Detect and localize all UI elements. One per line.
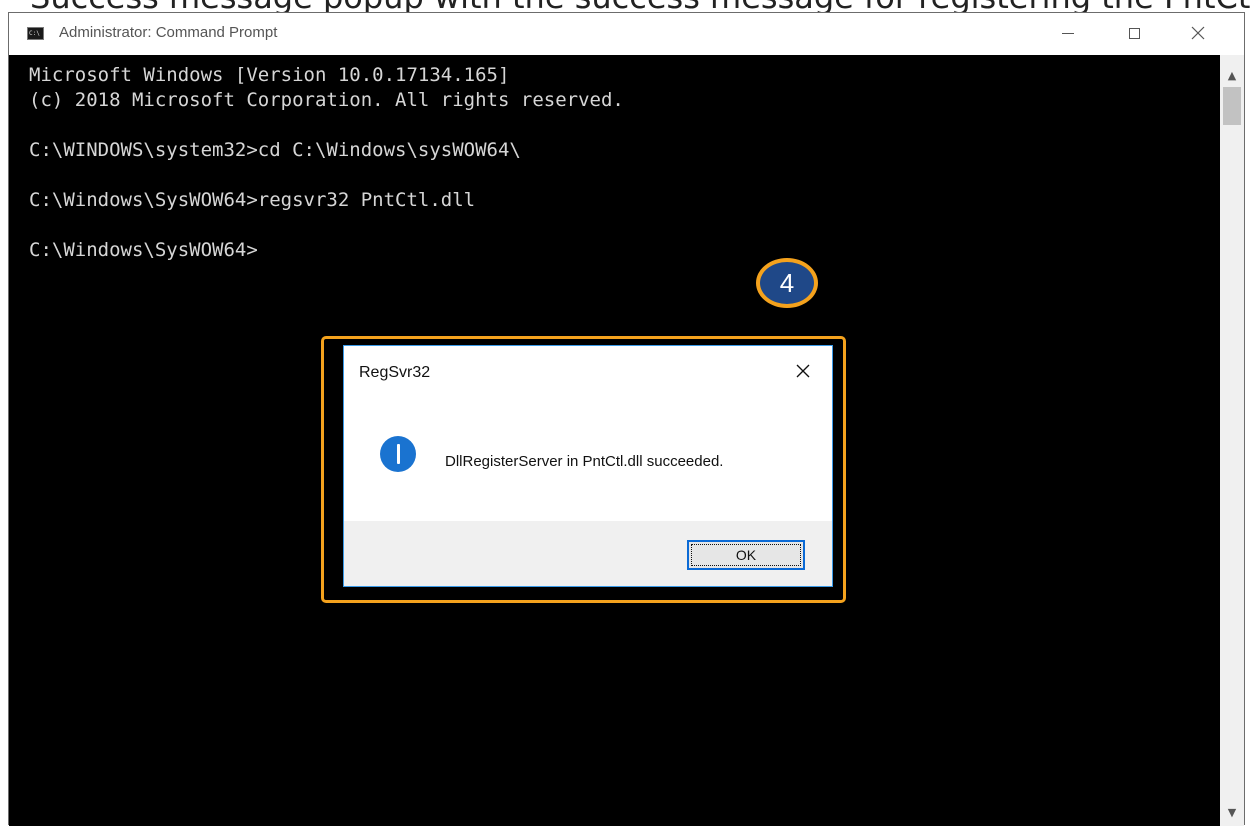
close-icon (796, 364, 810, 378)
vertical-scrollbar[interactable]: ▲ ▼ (1220, 55, 1244, 826)
minimize-icon (1062, 32, 1074, 34)
ok-button-label: OK (691, 544, 801, 566)
minimize-button[interactable] (1045, 13, 1091, 53)
close-icon (1191, 26, 1205, 40)
regsvr32-dialog: RegSvr32 DllRegisterServer in PntCtl.dll… (343, 345, 833, 587)
console-line: Microsoft Windows [Version 10.0.17134.16… (29, 64, 510, 86)
console-line: (c) 2018 Microsoft Corporation. All righ… (29, 89, 624, 111)
dialog-close-button[interactable] (788, 358, 818, 384)
step-number-badge: 4 (756, 258, 818, 308)
console-line: C:\Windows\SysWOW64>regsvr32 PntCtl.dll (29, 189, 476, 211)
console-line: C:\WINDOWS\system32>cd C:\Windows\sysWOW… (29, 139, 521, 161)
title-bar[interactable]: C:\ Administrator: Command Prompt (9, 13, 1244, 55)
dialog-message: DllRegisterServer in PntCtl.dll succeede… (445, 453, 724, 470)
maximize-button[interactable] (1111, 13, 1157, 53)
scroll-thumb[interactable] (1223, 87, 1241, 125)
maximize-icon (1128, 27, 1140, 39)
dialog-title: RegSvr32 (359, 364, 431, 381)
scroll-up-icon[interactable]: ▲ (1220, 65, 1244, 85)
dialog-content-area: RegSvr32 DllRegisterServer in PntCtl.dll… (344, 346, 832, 521)
console-prompt-line: C:\Windows\SysWOW64> (29, 239, 258, 261)
cmd-window-icon: C:\ (27, 27, 44, 40)
window-title: Administrator: Command Prompt (59, 24, 278, 41)
scroll-down-icon[interactable]: ▼ (1220, 802, 1244, 822)
info-icon (380, 436, 416, 472)
close-button[interactable] (1175, 13, 1221, 53)
top-caption-strip: Success message popup with the success m… (0, 0, 1253, 12)
ok-button[interactable]: OK (687, 540, 805, 570)
top-caption-text: Success message popup with the success m… (30, 0, 1253, 12)
